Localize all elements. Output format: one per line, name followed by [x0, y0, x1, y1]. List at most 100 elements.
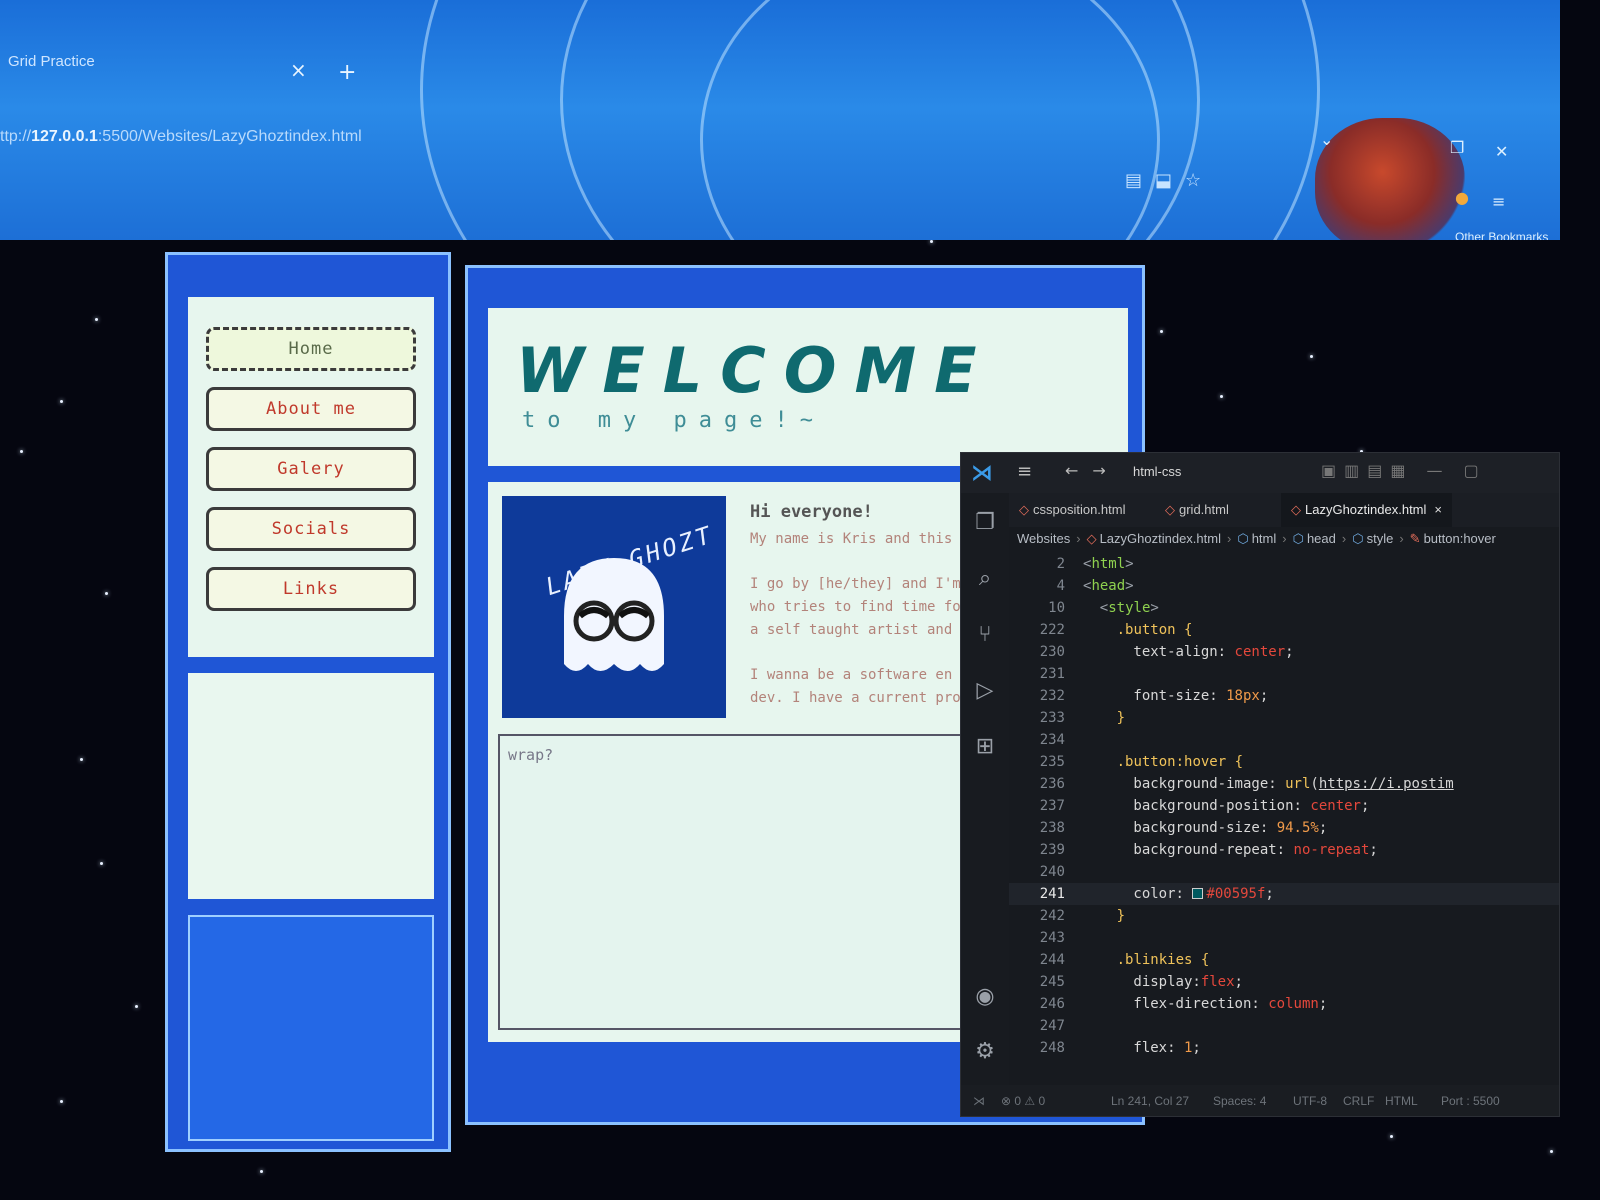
code-line[interactable]: 247: [1009, 1015, 1559, 1037]
indentation[interactable]: Spaces: 4: [1213, 1094, 1266, 1108]
breadcrumb-item[interactable]: button:hover: [1424, 531, 1496, 546]
gear-icon[interactable]: ⚙: [971, 1038, 999, 1066]
code-line[interactable]: 10 <style>: [1009, 597, 1559, 619]
explorer-icon[interactable]: ❐: [971, 509, 999, 537]
profile-avatar[interactable]: [1315, 118, 1465, 240]
breadcrumb-item[interactable]: Websites: [1017, 531, 1070, 546]
code-text: .button {: [1083, 619, 1193, 641]
nav-about-button[interactable]: About me: [206, 387, 416, 431]
code-token: }: [1116, 908, 1126, 924]
code-text: text-align: center;: [1083, 641, 1293, 663]
nav-box: Home About me Galery Socials Links: [188, 297, 434, 657]
remote-icon[interactable]: ⋊: [973, 1094, 985, 1108]
code-line[interactable]: 2 <html>: [1009, 553, 1559, 575]
code-line[interactable]: 231: [1009, 663, 1559, 685]
hamburger-menu-icon[interactable]: ≡: [1017, 461, 1032, 482]
extensions-icon[interactable]: ⊞: [971, 733, 999, 761]
code-text: flex: 1;: [1083, 1037, 1200, 1059]
line-endings[interactable]: CRLF: [1343, 1094, 1374, 1108]
language-mode[interactable]: HTML: [1385, 1094, 1418, 1108]
code-token: >: [1125, 556, 1134, 572]
code-token: https://i.postim: [1318, 776, 1454, 792]
code-line[interactable]: 246 flex-direction: column;: [1009, 993, 1559, 1015]
run-debug-icon[interactable]: ▷: [971, 677, 999, 705]
code-text: background-repeat: no-repeat;: [1083, 839, 1377, 861]
close-window-icon[interactable]: ✕: [1495, 142, 1508, 161]
bookmark-star-icon[interactable]: ☆: [1185, 170, 1201, 191]
star: [95, 318, 98, 321]
code-token: ;: [1259, 688, 1269, 704]
ghost-logo-icon: LAZY GHOZT: [542, 521, 717, 671]
tab-grid-practice[interactable]: Grid Practice: [0, 40, 370, 82]
code-line[interactable]: 241 color: #00595f;: [1009, 883, 1559, 905]
problems-count[interactable]: ⊗ 0 ⚠ 0: [1001, 1094, 1045, 1108]
code-text: font-size: 18px;: [1083, 685, 1268, 707]
tab-label: cssposition.html: [1033, 502, 1126, 517]
line-number: 238: [1039, 820, 1065, 836]
code-line[interactable]: 236 background-image: url(https://i.posti…: [1009, 773, 1559, 795]
layout-toggle-icons[interactable]: ▣▥▤▦ — ▢: [1321, 461, 1487, 480]
code-line[interactable]: 244 .blinkies {: [1009, 949, 1559, 971]
code-line[interactable]: 232 font-size: 18px;: [1009, 685, 1559, 707]
reader-view-icon[interactable]: ▤: [1125, 170, 1142, 191]
code-line[interactable]: 238 background-size: 94.5%;: [1009, 817, 1559, 839]
address-bar[interactable]: ttp://127.0.0.1:5500/Websites/LazyGhozti…: [0, 122, 600, 152]
line-number: 245: [1039, 974, 1065, 990]
new-tab-button[interactable]: +: [338, 60, 356, 85]
tab-lazyghoztindex[interactable]: ◇ LazyGhoztindex.html ×: [1281, 493, 1452, 527]
code-editor[interactable]: 2 <html> 4 <head> 10 <style> 222 .button {230 te…: [1009, 553, 1559, 1073]
code-line[interactable]: 242}: [1009, 905, 1559, 927]
nav-galery-button[interactable]: Galery: [206, 447, 416, 491]
encoding[interactable]: UTF-8: [1293, 1094, 1327, 1108]
code-line[interactable]: 245 display:flex;: [1009, 971, 1559, 993]
cursor-position[interactable]: Ln 241, Col 27: [1111, 1094, 1189, 1108]
breadcrumb-item[interactable]: head: [1307, 531, 1336, 546]
search-icon[interactable]: ⌕: [971, 565, 999, 593]
star: [60, 1100, 63, 1103]
code-line[interactable]: 243: [1009, 927, 1559, 949]
line-number: 248: [1039, 1040, 1065, 1056]
welcome-subtitle: to my page!~: [522, 408, 825, 433]
code-line[interactable]: 222 .button {: [1009, 619, 1559, 641]
other-bookmarks[interactable]: Other Bookmarks: [1455, 230, 1548, 240]
code-line[interactable]: 4 <head>: [1009, 575, 1559, 597]
breadcrumb-item[interactable]: html: [1252, 531, 1277, 546]
code-token: font-size:: [1133, 688, 1227, 704]
extension-icon[interactable]: ●: [1455, 188, 1469, 207]
star: [1220, 395, 1223, 398]
account-icon[interactable]: ◉: [971, 983, 999, 1011]
tab-grid[interactable]: ◇ grid.html: [1155, 493, 1239, 527]
code-token: center: [1234, 644, 1286, 660]
code-token: background-repeat:: [1133, 842, 1294, 858]
close-tab-icon[interactable]: ×: [1434, 502, 1442, 517]
code-text: background-position: center;: [1083, 795, 1369, 817]
browser-chrome: Grid Practice × + ttp://127.0.0.1:5500/W…: [0, 0, 1560, 240]
source-control-icon[interactable]: ⑂: [971, 621, 999, 649]
breadcrumb-item[interactable]: LazyGhoztindex.html: [1100, 531, 1221, 546]
code-token: .blinkies: [1116, 952, 1201, 968]
history-arrows[interactable]: ←→: [1065, 461, 1120, 480]
nav-socials-button[interactable]: Socials: [206, 507, 416, 551]
tab-cssposition[interactable]: ◇ cssposition.html: [1009, 493, 1135, 527]
code-line[interactable]: 233}: [1009, 707, 1559, 729]
restore-window-icon[interactable]: ❐: [1450, 138, 1464, 157]
code-line[interactable]: 230 text-align: center;: [1009, 641, 1559, 663]
code-line[interactable]: 235 .button:hover {: [1009, 751, 1559, 773]
save-page-icon[interactable]: ⬓: [1155, 170, 1172, 191]
close-tab-icon[interactable]: ×: [290, 58, 307, 82]
nav-home-button[interactable]: Home: [206, 327, 416, 371]
code-line[interactable]: 234: [1009, 729, 1559, 751]
color-swatch[interactable]: [1192, 888, 1204, 899]
code-line[interactable]: 237 background-position: center;: [1009, 795, 1559, 817]
code-text: }: [1083, 905, 1125, 927]
menu-icon[interactable]: ≡: [1492, 192, 1505, 211]
breadcrumb-item[interactable]: style: [1367, 531, 1394, 546]
line-number: 236: [1039, 776, 1065, 792]
live-server-port[interactable]: Port : 5500: [1441, 1094, 1500, 1108]
chevron-down-icon[interactable]: ⌄: [1320, 130, 1333, 149]
code-line[interactable]: 240: [1009, 861, 1559, 883]
code-line[interactable]: 248 flex: 1;: [1009, 1037, 1559, 1059]
code-line[interactable]: 239 background-repeat: no-repeat;: [1009, 839, 1559, 861]
nav-links-button[interactable]: Links: [206, 567, 416, 611]
line-number: 241: [1039, 886, 1065, 902]
